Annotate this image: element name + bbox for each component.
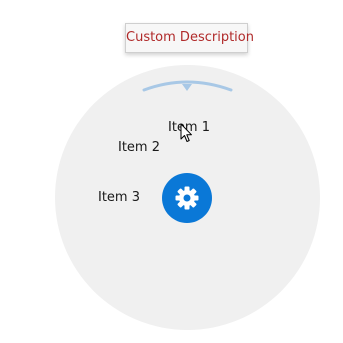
menu-item-label: Item 3 (98, 190, 140, 205)
radial-menu-stage: Custom Description Item 1 Item 2 Item 3 (0, 0, 343, 343)
menu-item-3[interactable]: Item 3 (98, 190, 140, 205)
menu-item-label: Item 2 (118, 140, 160, 155)
menu-item-1[interactable]: Item 1 (168, 120, 210, 135)
menu-item-label: Item 1 (168, 120, 210, 135)
tooltip: Custom Description (125, 23, 254, 53)
menu-item-2[interactable]: Item 2 (118, 140, 160, 155)
gear-icon (175, 186, 199, 210)
tooltip-text: Custom Description (126, 30, 254, 45)
radial-menu-center-button[interactable] (162, 173, 212, 223)
